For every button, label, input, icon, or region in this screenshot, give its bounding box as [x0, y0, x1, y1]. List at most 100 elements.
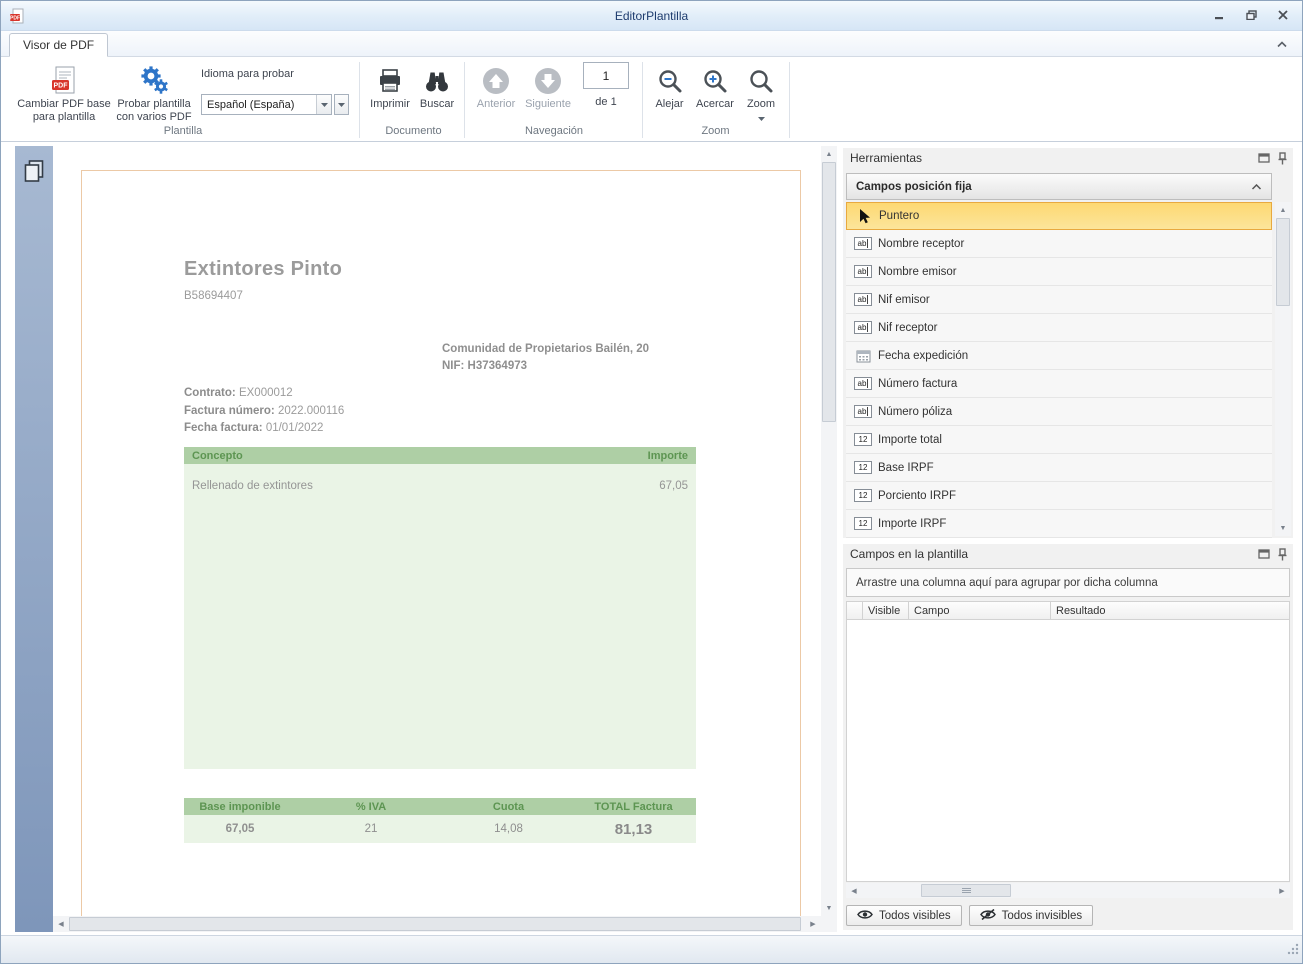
arrow-down-circle-icon	[534, 64, 562, 98]
next-page-button[interactable]: Siguiente	[521, 64, 575, 126]
group-by-drop-zone[interactable]: Arrastre una columna aquí para agrupar p…	[846, 568, 1290, 597]
scroll-down-icon[interactable]: ▼	[821, 900, 837, 916]
pin-icon[interactable]	[1278, 152, 1287, 165]
all-invisible-button[interactable]: Todos invisibles	[969, 905, 1094, 926]
tool-item-numero-factura[interactable]: ab Número factura	[846, 370, 1272, 398]
page-number-input[interactable]	[584, 63, 628, 88]
items-table-row: Rellenado de extintores 67,05	[184, 480, 696, 492]
zoom-out-label: Alejar	[655, 98, 683, 110]
tool-item-base-irpf[interactable]: 12 Base IRPF	[846, 454, 1272, 482]
ribbon-collapse-chevron-icon[interactable]	[1274, 38, 1290, 50]
window-title: EditorPlantilla	[1, 9, 1302, 23]
invoice-items-table: Concepto Importe Rellenado de extintores…	[184, 447, 696, 769]
all-visible-button[interactable]: Todos visibles	[846, 905, 962, 926]
float-panel-icon[interactable]	[1258, 153, 1270, 163]
scroll-left-icon[interactable]: ◀	[53, 916, 69, 932]
change-pdf-base-button[interactable]: PDF Cambiar PDF base para plantilla	[15, 62, 113, 132]
tool-list: Puntero ab Nombre receptor ab Nombre emi…	[846, 202, 1272, 538]
tools-panel-header: Herramientas	[843, 148, 1293, 168]
test-template-button[interactable]: Probar plantilla con varios PDF	[113, 62, 195, 132]
item-concept: Rellenado de extintores	[192, 480, 313, 492]
viewer-vertical-scrollbar[interactable]: ▲ ▼	[821, 146, 837, 916]
fields-panel-header: Campos en la plantilla	[843, 544, 1293, 564]
tool-item-nif-receptor[interactable]: ab Nif receptor	[846, 314, 1272, 342]
svg-text:PDF: PDF	[54, 83, 69, 90]
chevron-down-icon	[316, 95, 331, 114]
scroll-down-icon[interactable]: ▼	[1275, 520, 1291, 536]
grid-header-indicator[interactable]	[847, 602, 863, 619]
group-label-plantilla: Plantilla	[15, 125, 351, 137]
float-panel-icon[interactable]	[1258, 549, 1270, 559]
group-label-navegacion: Navegación	[471, 125, 637, 137]
scroll-left-icon[interactable]: ◀	[846, 883, 862, 898]
grid-header-row: Visible Campo Resultado	[846, 601, 1290, 620]
page-canvas[interactable]: Extintores Pinto B58694407 Comunidad de …	[53, 146, 821, 916]
chevron-down-icon	[338, 103, 345, 107]
language-dropdown-button[interactable]	[334, 94, 349, 115]
minimize-button[interactable]	[1208, 7, 1230, 23]
tool-item-label: Importe total	[878, 434, 942, 446]
grid-horizontal-scrollbar[interactable]: ◀ ▶	[846, 883, 1290, 898]
tab-visor-de-pdf[interactable]: Visor de PDF	[9, 33, 108, 57]
page-number-field	[583, 62, 629, 89]
tool-item-nombre-emisor[interactable]: ab Nombre emisor	[846, 258, 1272, 286]
tool-item-nif-emisor[interactable]: ab Nif emisor	[846, 286, 1272, 314]
viewer-horizontal-scrollbar[interactable]: ◀ ▶	[53, 916, 821, 932]
tool-item-importe-total[interactable]: 12 Importe total	[846, 426, 1272, 454]
tool-item-numero-poliza[interactable]: ab Número póliza	[846, 398, 1272, 426]
restore-button[interactable]	[1240, 7, 1262, 23]
binoculars-icon	[424, 64, 450, 98]
pdf-page[interactable]: Extintores Pinto B58694407 Comunidad de …	[81, 170, 801, 916]
eye-off-icon	[980, 909, 996, 923]
tool-item-importe-irpf[interactable]: 12 Importe IRPF	[846, 510, 1272, 538]
tool-item-puntero[interactable]: Puntero	[846, 202, 1272, 230]
items-table-header: Concepto Importe	[184, 447, 696, 464]
grid-header-campo[interactable]: Campo	[909, 602, 1051, 619]
pin-icon[interactable]	[1278, 548, 1287, 561]
search-button[interactable]: Buscar	[414, 64, 460, 126]
tool-item-fecha-expedicion[interactable]: Fecha expedición	[846, 342, 1272, 370]
main-area: Extintores Pinto B58694407 Comunidad de …	[1, 142, 1302, 936]
change-pdf-base-label: Cambiar PDF base para plantilla	[15, 98, 113, 123]
grid-header-resultado[interactable]: Resultado	[1051, 602, 1289, 619]
magnifier-plus-icon	[702, 64, 728, 98]
zoom-dropdown-button[interactable]: Zoom	[738, 64, 784, 126]
fixed-position-fields-section[interactable]: Campos posición fija	[846, 173, 1272, 200]
tool-item-nombre-receptor[interactable]: ab Nombre receptor	[846, 230, 1272, 258]
print-button[interactable]: Imprimir	[367, 64, 413, 126]
vertical-scroll-thumb[interactable]	[1276, 218, 1290, 306]
eye-icon	[857, 909, 873, 923]
grid-header-visible[interactable]: Visible	[863, 602, 909, 619]
zoom-out-button[interactable]: Alejar	[647, 64, 692, 126]
invoice-company-name: Extintores Pinto	[184, 258, 342, 281]
thumbnail-strip[interactable]	[15, 146, 53, 932]
tool-item-porciento-irpf[interactable]: 12 Porciento IRPF	[846, 482, 1272, 510]
ribbon-separator	[642, 62, 643, 138]
scroll-right-icon[interactable]: ▶	[1274, 883, 1290, 898]
tool-item-label: Número póliza	[878, 406, 952, 418]
scroll-up-icon[interactable]: ▲	[821, 146, 837, 162]
numeric-field-icon: 12	[853, 489, 873, 502]
invoice-totals-table: Base imponible % IVA Cuota TOTAL Factura…	[184, 798, 696, 843]
scroll-up-icon[interactable]: ▲	[1275, 202, 1291, 218]
language-combobox[interactable]: Español (España)	[201, 94, 332, 115]
pointer-icon	[854, 208, 874, 224]
vertical-scroll-thumb[interactable]	[822, 162, 836, 422]
invoice-number-value: 2022.000116	[278, 405, 344, 417]
resize-grip[interactable]	[1286, 942, 1299, 960]
close-button[interactable]	[1272, 7, 1294, 23]
numeric-field-icon: 12	[853, 517, 873, 530]
tool-item-label: Base IRPF	[878, 462, 934, 474]
page-count-label: de 1	[583, 96, 629, 108]
item-amount: 67,05	[659, 480, 688, 492]
previous-page-button[interactable]: Anterior	[471, 64, 521, 126]
ribbon-separator	[359, 62, 360, 138]
totals-header-cuota: Cuota	[446, 801, 571, 813]
zoom-in-button[interactable]: Acercar	[692, 64, 738, 126]
tools-vertical-scrollbar[interactable]: ▲ ▼	[1275, 202, 1291, 536]
previous-label: Anterior	[477, 98, 516, 110]
horizontal-scroll-thumb[interactable]	[69, 917, 801, 931]
scroll-right-icon[interactable]: ▶	[805, 916, 821, 932]
horizontal-scroll-thumb[interactable]	[921, 884, 1011, 897]
grid-body-empty[interactable]	[846, 620, 1290, 882]
